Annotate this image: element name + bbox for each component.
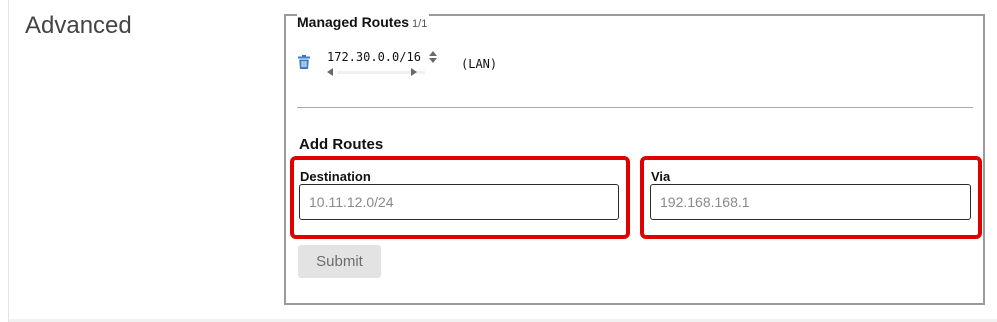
destination-label: Destination [300,169,371,184]
section-divider [297,107,973,108]
via-input[interactable] [650,184,971,220]
route-row: 172.30.0.0/16 (LAN) [296,48,976,82]
left-divider [8,0,9,322]
trash-icon[interactable] [298,55,310,69]
submit-button[interactable]: Submit [298,245,381,278]
arrow-left-icon[interactable] [327,68,333,76]
via-label: Via [651,169,671,184]
section-title: Advanced [25,12,132,39]
managed-routes-title: Managed Routes [297,14,410,30]
managed-routes-legend: Managed Routes 1/1 [297,14,430,32]
arrow-right-icon[interactable] [411,68,417,76]
destination-input[interactable] [299,184,619,220]
managed-routes-count: 1/1 [412,18,428,30]
route-horizontal-scrollbar[interactable] [327,66,435,78]
route-interface: (LAN) [461,57,498,71]
spin-updown-icon[interactable] [429,50,437,64]
add-routes-title: Add Routes [299,136,384,153]
route-network: 172.30.0.0/16 [327,50,421,64]
